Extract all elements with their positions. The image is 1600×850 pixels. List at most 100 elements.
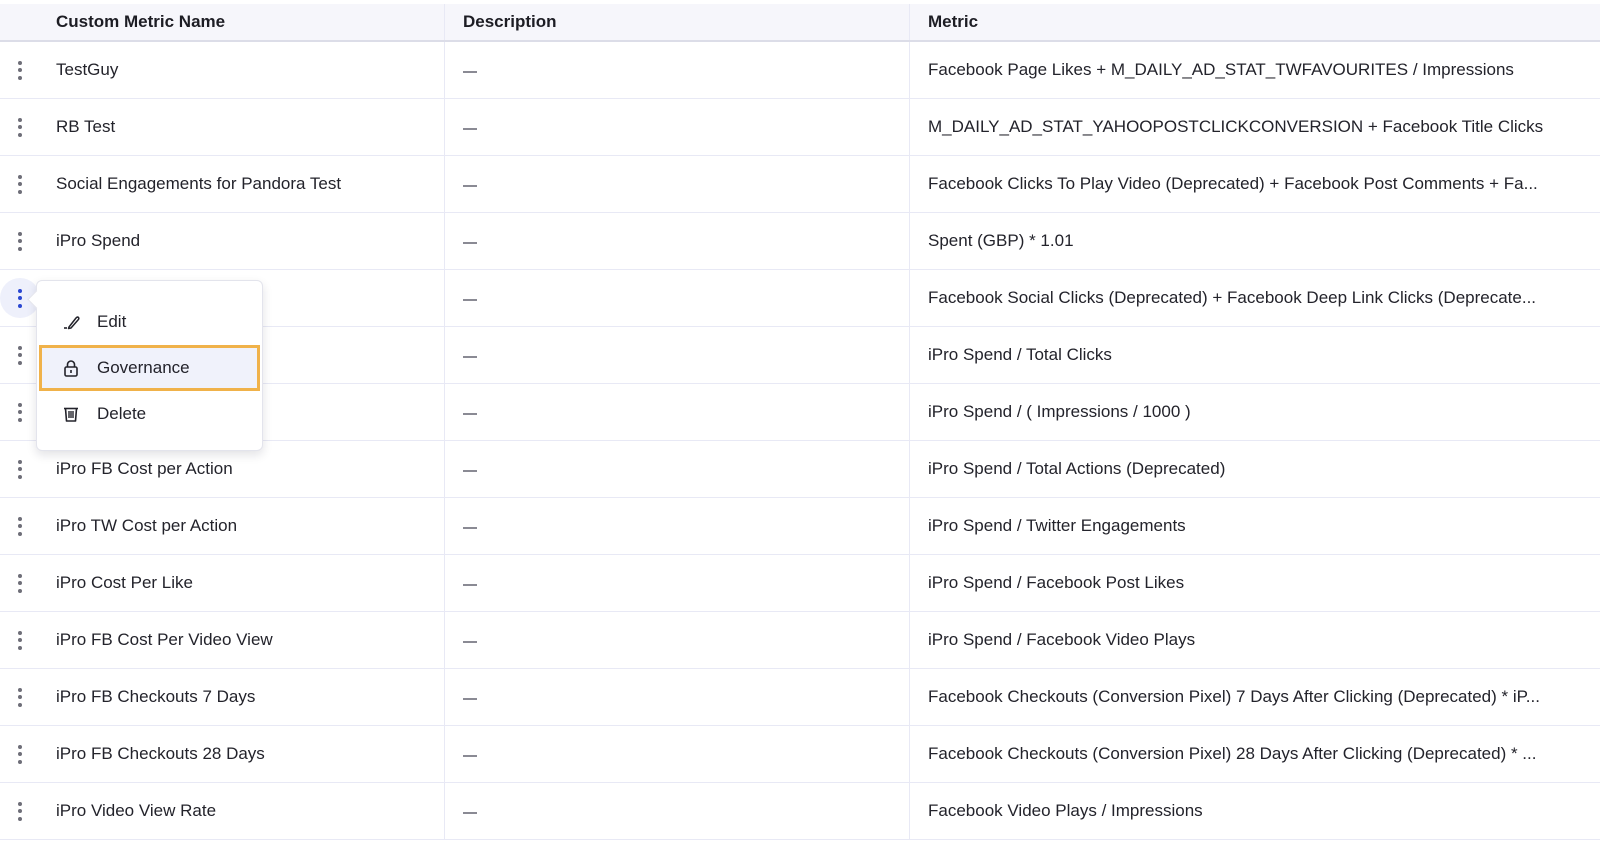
table-header: Custom Metric Name Description Metric <box>0 4 1600 42</box>
metric-formula-cell: iPro Spend / ( Impressions / 1000 ) <box>910 384 1600 440</box>
metric-name-cell[interactable]: iPro FB Cost Per Video View <box>40 612 445 668</box>
metric-formula: iPro Spend / Total Clicks <box>928 345 1112 364</box>
metric-name-cell[interactable]: iPro Video View Rate <box>40 783 445 839</box>
metric-name: iPro Spend <box>56 231 141 250</box>
column-header-name[interactable]: Custom Metric Name <box>40 4 445 40</box>
metric-name: Social Engagements for Pandora Test <box>56 174 342 193</box>
menu-item-edit[interactable]: Edit <box>39 299 260 345</box>
trash-icon <box>61 404 81 424</box>
metric-name-cell[interactable]: TestGuy <box>40 42 445 98</box>
row-actions-menu: Edit Governance Delete <box>36 280 263 451</box>
description-cell <box>445 42 910 98</box>
table-row[interactable]: iPro Cost Per Like iPro Spend / Facebook … <box>0 555 1600 612</box>
description-cell <box>445 384 910 440</box>
header-actions-cell <box>0 4 40 40</box>
pencil-icon <box>61 312 81 332</box>
metric-formula-cell: Facebook Page Likes + M_DAILY_AD_STAT_TW… <box>910 42 1600 98</box>
metric-formula-cell: iPro Spend / Facebook Video Plays <box>910 612 1600 668</box>
empty-description-dash <box>463 413 477 415</box>
empty-description-dash <box>463 299 477 301</box>
metric-formula-cell: iPro Spend / Total Clicks <box>910 327 1600 383</box>
metric-name: iPro Cost Per Like <box>56 573 193 592</box>
table-row[interactable]: TestGuy Facebook Page Likes + M_DAILY_AD_… <box>0 42 1600 99</box>
metric-formula: Facebook Clicks To Play Video (Deprecate… <box>928 174 1538 193</box>
table-row[interactable]: iPro FB Checkouts 28 Days Facebook Checko… <box>0 726 1600 783</box>
menu-item-governance-label: Governance <box>97 358 190 377</box>
kebab-menu-icon[interactable] <box>7 684 33 710</box>
row-actions-cell <box>0 669 40 725</box>
metric-name-cell[interactable]: iPro Spend <box>40 213 445 269</box>
metric-formula: Spent (GBP) * 1.01 <box>928 231 1074 250</box>
kebab-menu-icon[interactable] <box>7 399 33 425</box>
kebab-menu-icon[interactable] <box>7 513 33 539</box>
kebab-menu-icon[interactable] <box>7 342 33 368</box>
menu-item-delete[interactable]: Delete <box>39 391 260 437</box>
column-header-metric-label: Metric <box>928 12 979 31</box>
table-row[interactable]: Social Engagements for Pandora Test Faceb… <box>0 156 1600 213</box>
row-actions-cell <box>0 726 40 782</box>
kebab-menu-icon[interactable] <box>7 741 33 767</box>
row-actions-cell <box>0 612 40 668</box>
metric-formula-cell: Facebook Clicks To Play Video (Deprecate… <box>910 156 1600 212</box>
table-row[interactable]: iPro FB Checkouts 7 Days Facebook Checkou… <box>0 669 1600 726</box>
metric-name: TestGuy <box>56 60 119 79</box>
kebab-menu-icon[interactable] <box>7 171 33 197</box>
metric-formula: iPro Spend / ( Impressions / 1000 ) <box>928 402 1191 421</box>
metric-formula: Facebook Video Plays / Impressions <box>928 801 1203 820</box>
kebab-menu-icon[interactable] <box>7 456 33 482</box>
metric-name-cell[interactable]: iPro FB Checkouts 7 Days <box>40 669 445 725</box>
column-header-description[interactable]: Description <box>445 4 910 40</box>
row-actions-cell <box>0 783 40 839</box>
description-cell <box>445 669 910 725</box>
table-row[interactable]: iPro TW Cost per Action iPro Spend / Twit… <box>0 498 1600 555</box>
empty-description-dash <box>463 527 477 529</box>
table-row[interactable]: iPro FB Cost Per Video View iPro Spend / … <box>0 612 1600 669</box>
metric-formula: Facebook Checkouts (Conversion Pixel) 7 … <box>928 687 1540 706</box>
metric-formula: iPro Spend / Total Actions (Deprecated) <box>928 459 1226 478</box>
description-cell <box>445 441 910 497</box>
description-cell <box>445 555 910 611</box>
empty-description-dash <box>463 641 477 643</box>
metric-formula-cell: Facebook Checkouts (Conversion Pixel) 7 … <box>910 669 1600 725</box>
description-cell <box>445 783 910 839</box>
metric-formula: Facebook Page Likes + M_DAILY_AD_STAT_TW… <box>928 60 1514 79</box>
metric-name-cell[interactable]: RB Test <box>40 99 445 155</box>
metric-name-cell[interactable]: iPro Cost Per Like <box>40 555 445 611</box>
empty-description-dash <box>463 755 477 757</box>
metric-formula-cell: iPro Spend / Total Actions (Deprecated) <box>910 441 1600 497</box>
metric-formula-cell: M_DAILY_AD_STAT_YAHOOPOSTCLICKCONVERSION… <box>910 99 1600 155</box>
metric-name: iPro FB Checkouts 7 Days <box>56 687 256 706</box>
menu-item-governance[interactable]: Governance <box>39 345 260 391</box>
kebab-menu-icon[interactable] <box>7 114 33 140</box>
row-actions-cell <box>0 441 40 497</box>
metric-formula: iPro Spend / Facebook Video Plays <box>928 630 1196 649</box>
column-header-metric[interactable]: Metric <box>910 4 1600 40</box>
metric-name: iPro FB Cost Per Video View <box>56 630 273 649</box>
row-actions-cell <box>0 213 40 269</box>
kebab-menu-icon[interactable] <box>7 228 33 254</box>
metric-name-cell[interactable]: iPro FB Checkouts 28 Days <box>40 726 445 782</box>
kebab-menu-icon[interactable] <box>7 57 33 83</box>
kebab-menu-icon[interactable] <box>7 798 33 824</box>
empty-description-dash <box>463 242 477 244</box>
description-cell <box>445 498 910 554</box>
kebab-menu-icon[interactable] <box>7 570 33 596</box>
description-cell <box>445 213 910 269</box>
table-row[interactable]: iPro Video View Rate Facebook Video Plays… <box>0 783 1600 840</box>
metric-name-cell[interactable]: iPro TW Cost per Action <box>40 498 445 554</box>
row-actions-cell <box>0 498 40 554</box>
metric-formula: Facebook Social Clicks (Deprecated) + Fa… <box>928 288 1537 307</box>
description-cell <box>445 327 910 383</box>
table-row[interactable]: iPro Spend Spent (GBP) * 1.01 <box>0 213 1600 270</box>
metric-formula-cell: iPro Spend / Facebook Post Likes <box>910 555 1600 611</box>
menu-item-edit-label: Edit <box>97 312 127 331</box>
metric-name: RB Test <box>56 117 116 136</box>
kebab-menu-icon[interactable] <box>7 627 33 653</box>
metric-formula: Facebook Checkouts (Conversion Pixel) 28… <box>928 744 1537 763</box>
empty-description-dash <box>463 185 477 187</box>
metric-name-cell[interactable]: Social Engagements for Pandora Test <box>40 156 445 212</box>
metric-formula: M_DAILY_AD_STAT_YAHOOPOSTCLICKCONVERSION… <box>928 117 1544 136</box>
empty-description-dash <box>463 356 477 358</box>
table-row[interactable]: RB Test M_DAILY_AD_STAT_YAHOOPOSTCLICKCON… <box>0 99 1600 156</box>
metric-formula-cell: Facebook Video Plays / Impressions <box>910 783 1600 839</box>
